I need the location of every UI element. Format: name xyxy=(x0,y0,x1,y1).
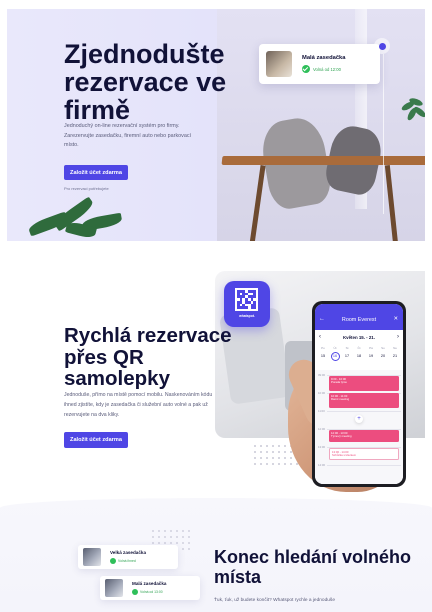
day-item[interactable]: Po 15 xyxy=(317,346,329,361)
calendar-event[interactable]: 10:00 - 11:00 Ranní meeting xyxy=(329,393,399,408)
create-account-button[interactable]: Založit účet zdarma xyxy=(64,432,128,448)
add-reservation-icon[interactable]: + xyxy=(355,415,363,423)
room-thumbnail xyxy=(266,51,292,77)
room-thumbnail xyxy=(105,579,123,597)
phone-mockup: ← Room Everest ✕ ‹ Květen 15. - 21. › Po… xyxy=(312,301,406,487)
room-name: Malá zasedačka xyxy=(132,581,167,586)
section3-title: Konec hledání volného místa xyxy=(214,547,412,587)
calendar-timeline: 09:00 10:00 11:00 12:00 13:00 14:00 9:00… xyxy=(315,370,403,484)
hour-label: 12:00 xyxy=(318,427,325,431)
check-icon xyxy=(302,65,310,73)
hour-label: 13:00 xyxy=(318,445,325,449)
room-availability-card: Malá zasedačka Volná od 12:00 xyxy=(259,44,380,84)
sticker-logo: whatspot. xyxy=(239,314,255,318)
qr-code-icon xyxy=(235,288,258,311)
table-image xyxy=(221,156,425,165)
room-thumbnail xyxy=(83,548,101,566)
room-list-item[interactable]: Malá zasedačka Volná od 13:00 xyxy=(100,576,200,600)
room-status: Volná od 12:00 xyxy=(313,66,341,72)
room-status: Volná od 13:00 xyxy=(140,589,163,594)
room-status: Volná ihned xyxy=(118,558,136,563)
room-title: Room Everest xyxy=(341,317,377,323)
app-header: ← Room Everest ✕ xyxy=(315,304,403,330)
day-item[interactable]: St 17 xyxy=(341,346,353,361)
calendar-event[interactable]: 13:00 - 14:00 Schůzka s klientem xyxy=(329,448,399,460)
check-icon xyxy=(132,589,138,595)
plant-image xyxy=(399,96,425,129)
plant-image xyxy=(27,196,128,240)
day-picker: Po 15 Út 16 St 17 Čt 18 Pá 19 So 20 Ne 21 xyxy=(317,346,401,361)
day-item[interactable]: Ne 21 xyxy=(389,346,401,361)
week-navigation: ‹ Květen 15. - 21. › xyxy=(315,334,403,343)
chevron-right-icon[interactable]: › xyxy=(397,334,399,340)
qr-sticker: whatspot. xyxy=(224,281,270,327)
table-leg xyxy=(384,164,399,241)
section3-description: Ťuk, ťuk, už budete končit? Whatspot ryc… xyxy=(214,598,335,603)
qr-section-description: Jednoduše, přímo na místě pomocí mobilu.… xyxy=(64,392,213,418)
calendar-event[interactable]: 9:00 - 10:00 Porada týmu xyxy=(329,376,399,391)
hour-label: 10:00 xyxy=(318,391,325,395)
hero-note: Pro rezervaci potřebujete xyxy=(64,186,109,191)
table-leg xyxy=(249,165,266,241)
room-name: Malá zasedačka xyxy=(302,55,346,61)
week-label: Květen 15. - 21. xyxy=(343,335,375,340)
hour-label: 09:00 xyxy=(318,373,325,377)
hour-label: 14:00 xyxy=(318,463,325,467)
day-item[interactable]: Pá 19 xyxy=(365,346,377,361)
indicator-dot-icon xyxy=(374,38,390,54)
day-item[interactable]: Út 16 xyxy=(329,346,341,361)
close-icon[interactable]: ✕ xyxy=(393,316,398,322)
divider xyxy=(383,54,384,214)
day-item[interactable]: Čt 18 xyxy=(353,346,365,361)
room-name: Velká zasedačka xyxy=(110,550,147,555)
hero-description: Jednoduchý on-line rezervační systém pro… xyxy=(64,123,192,148)
hero-section: Zjednodušte rezervace ve firmě Jednoduch… xyxy=(7,9,425,241)
hero-title: Zjednodušte rezervace ve firmě xyxy=(64,39,227,125)
day-item[interactable]: So 20 xyxy=(377,346,389,361)
hour-label: 11:00 xyxy=(318,409,325,413)
qr-section-title: Rychlá rezervace přes QR samolepky xyxy=(64,324,232,390)
phone-screen: ← Room Everest ✕ ‹ Květen 15. - 21. › Po… xyxy=(315,304,403,484)
calendar-event[interactable]: 12:00 - 13:00 Týmový meeting xyxy=(329,430,399,442)
check-icon xyxy=(110,558,116,564)
create-account-button[interactable]: Založit účet zdarma xyxy=(64,165,128,180)
room-list-item[interactable]: Velká zasedačka Volná ihned xyxy=(78,545,178,569)
